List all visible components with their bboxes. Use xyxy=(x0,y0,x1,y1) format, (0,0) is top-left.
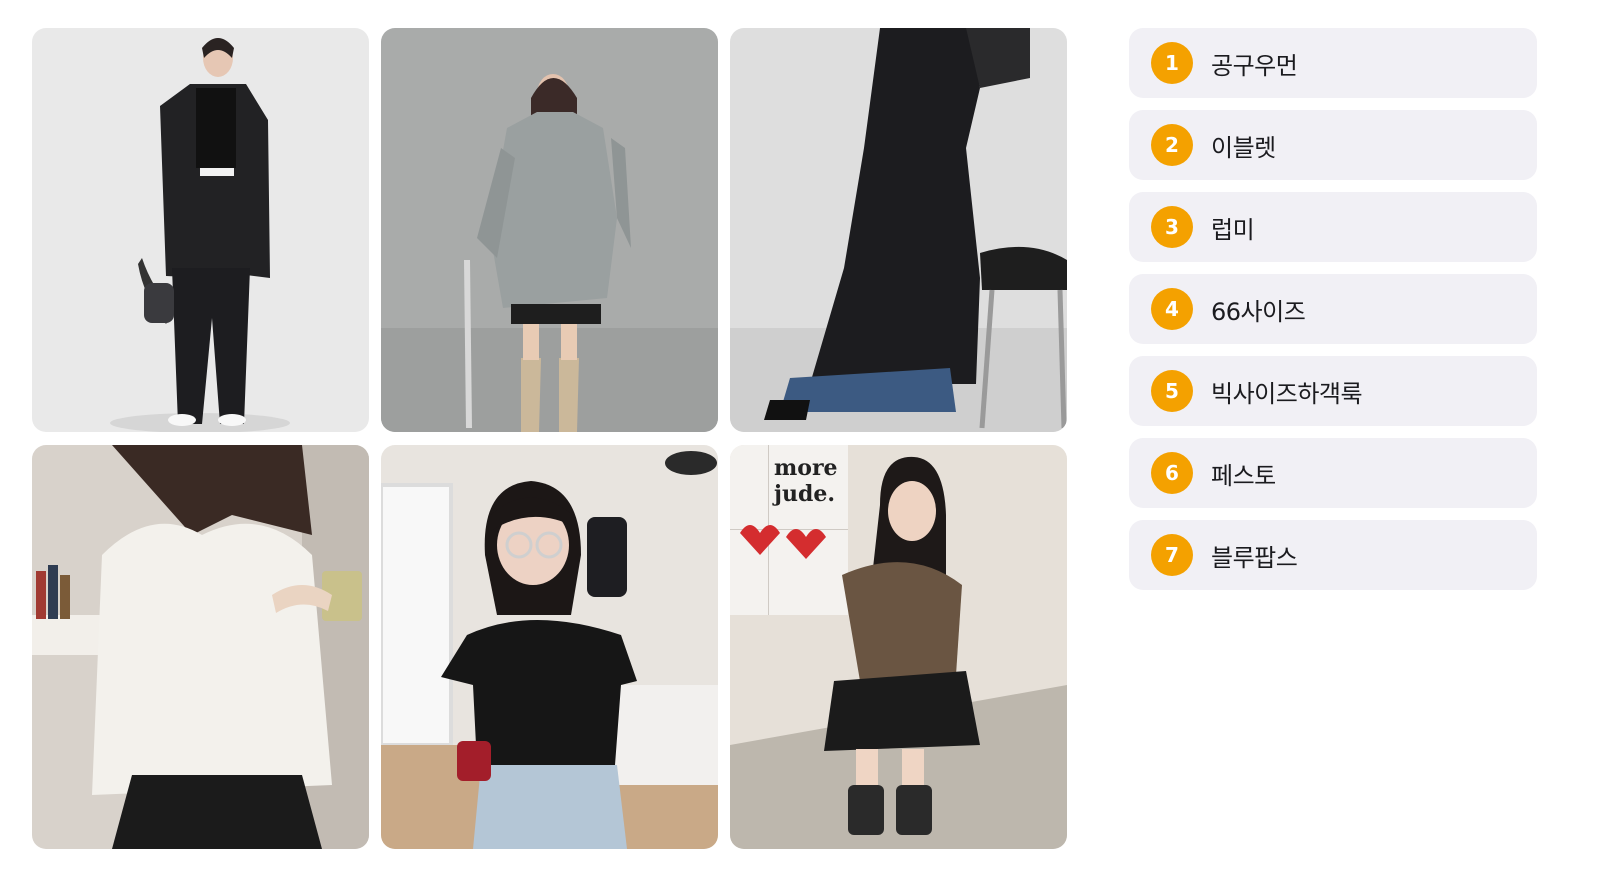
rank-badge: 6 xyxy=(1151,452,1193,494)
ranking-list: 1 공구우먼 2 이블렛 3 럽미 4 66사이즈 5 빅사이즈하객룩 6 페스… xyxy=(1129,28,1537,590)
rank-item-1[interactable]: 1 공구우먼 xyxy=(1129,28,1537,98)
rank-badge: 1 xyxy=(1151,42,1193,84)
poster-text-jude: jude. xyxy=(772,481,835,507)
rank-badge: 7 xyxy=(1151,534,1193,576)
rank-label: 66사이즈 xyxy=(1211,297,1306,326)
rank-badge: 2 xyxy=(1151,124,1193,166)
rank-label: 빅사이즈하객룩 xyxy=(1211,379,1363,408)
photo-tile[interactable]: more jude. xyxy=(730,445,1067,849)
rank-item-2[interactable]: 2 이블렛 xyxy=(1129,110,1537,180)
rank-label: 블루팝스 xyxy=(1211,543,1298,572)
photo-tile[interactable] xyxy=(730,28,1067,432)
rank-label: 럽미 xyxy=(1211,215,1255,244)
photo-tile[interactable] xyxy=(32,28,369,432)
photo-tile[interactable] xyxy=(32,445,369,849)
photo-windbreaker-outfit xyxy=(381,28,718,432)
photo-white-shirt-outfit xyxy=(32,445,369,849)
rank-item-4[interactable]: 4 66사이즈 xyxy=(1129,274,1537,344)
rank-badge: 4 xyxy=(1151,288,1193,330)
photo-long-dress-outfit xyxy=(730,28,1067,432)
photo-polka-dot-selfie xyxy=(381,445,718,849)
photo-blazer-outfit xyxy=(32,28,369,432)
photo-tile[interactable] xyxy=(381,445,718,849)
rank-badge: 5 xyxy=(1151,370,1193,412)
rank-item-6[interactable]: 6 페스토 xyxy=(1129,438,1537,508)
rank-item-7[interactable]: 7 블루팝스 xyxy=(1129,520,1537,590)
poster-text-more: more xyxy=(774,455,838,481)
rank-label: 이블렛 xyxy=(1211,133,1276,162)
rank-item-5[interactable]: 5 빅사이즈하객룩 xyxy=(1129,356,1537,426)
photo-tile[interactable] xyxy=(381,28,718,432)
photo-grid: more jude. xyxy=(32,28,1067,849)
rank-label: 공구우먼 xyxy=(1211,51,1298,80)
rank-label: 페스토 xyxy=(1211,461,1276,490)
rank-item-3[interactable]: 3 럽미 xyxy=(1129,192,1537,262)
photo-brown-blouse-outfit: more jude. xyxy=(730,445,1067,849)
rank-badge: 3 xyxy=(1151,206,1193,248)
